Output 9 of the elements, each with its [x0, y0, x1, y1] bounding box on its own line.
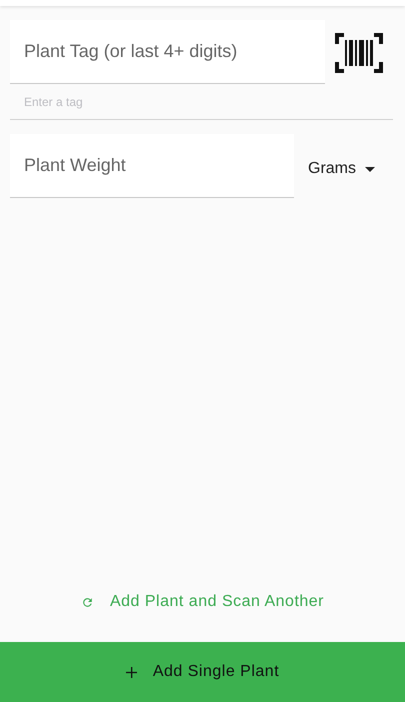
- caret-icon: [365, 166, 375, 172]
- unit-dropdown[interactable]: Grams: [308, 157, 375, 181]
- barcode-scan-icon[interactable]: [335, 33, 383, 73]
- add-single-plant-button[interactable]: Add Single Plant: [0, 642, 405, 702]
- tag-entry-field[interactable]: Enter a tag: [10, 84, 393, 120]
- refresh-icon: [80, 596, 94, 608]
- plus-icon: [126, 666, 137, 678]
- weight-field[interactable]: Plant Weight: [10, 134, 294, 198]
- tag-field[interactable]: Plant Tag (or last 4+ digits): [10, 20, 325, 84]
